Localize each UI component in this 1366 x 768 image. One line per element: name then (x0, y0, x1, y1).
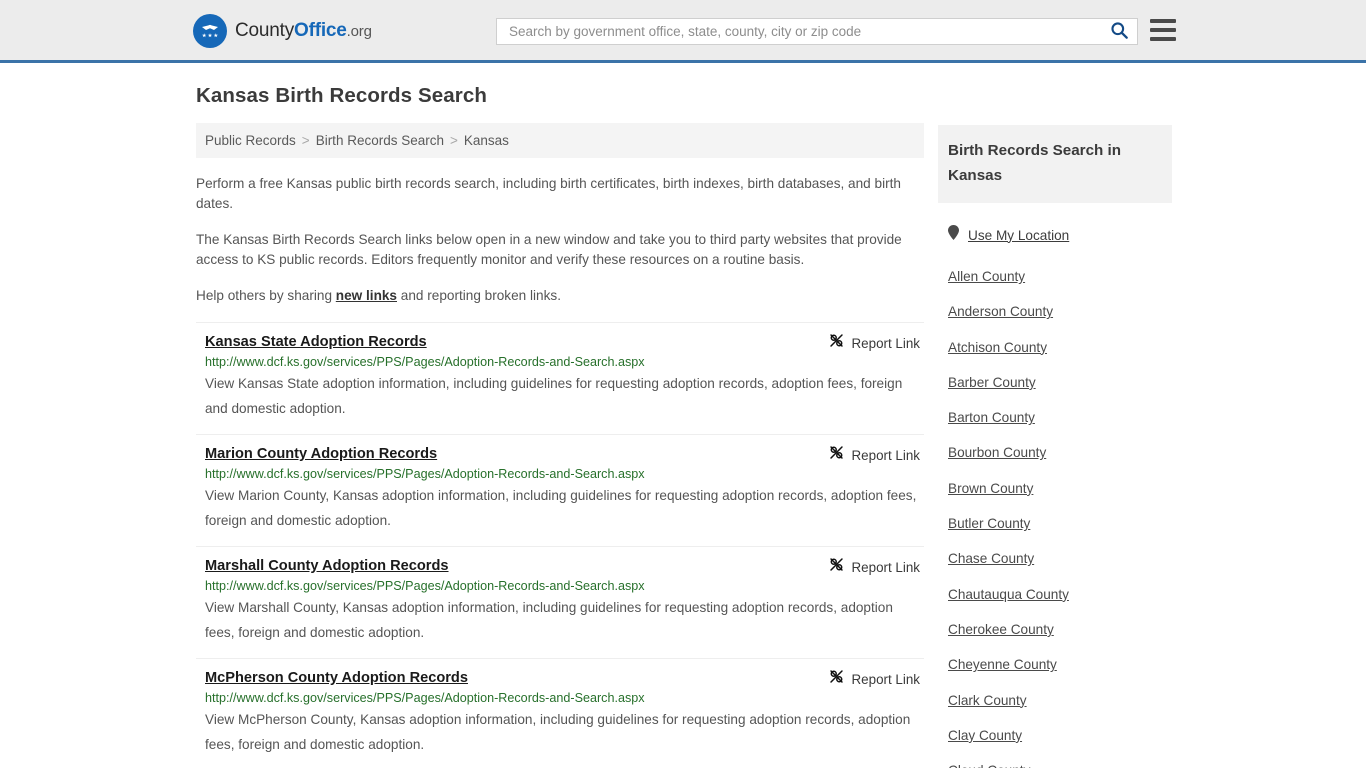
county-link[interactable]: Anderson County (948, 304, 1172, 319)
location-pin-icon (948, 225, 959, 245)
hamburger-menu-icon[interactable] (1150, 19, 1176, 41)
report-link-button[interactable]: Report Link (828, 332, 920, 354)
search-button[interactable] (1106, 21, 1133, 43)
report-link-label: Report Link (851, 671, 920, 687)
use-my-location-label: Use My Location (968, 227, 1070, 243)
report-link-button[interactable]: Report Link (828, 444, 920, 466)
result-item: McPherson County Adoption Records http://… (196, 658, 924, 768)
result-title-link[interactable]: McPherson County Adoption Records (205, 670, 468, 686)
site-header: CountyOffice.org (0, 0, 1366, 63)
sidebar: Birth Records Search in Kansas Use My Lo… (938, 125, 1172, 768)
county-link[interactable]: Butler County (948, 516, 1172, 531)
breadcrumb: Public Records > Birth Records Search > … (196, 123, 924, 158)
logo-part-org: .org (346, 23, 372, 40)
result-title-link[interactable]: Marshall County Adoption Records (205, 558, 449, 574)
share-text-before: Help others by sharing (196, 288, 336, 303)
county-link[interactable]: Cheyenne County (948, 657, 1172, 672)
report-link-label: Report Link (851, 335, 920, 351)
new-links-link[interactable]: new links (336, 288, 397, 303)
broken-link-icon (828, 556, 845, 578)
county-link[interactable]: Clay County (948, 728, 1172, 743)
broken-link-icon (828, 668, 845, 690)
eagle-shield-logo-icon (193, 14, 227, 48)
intro-paragraph-2: The Kansas Birth Records Search links be… (196, 232, 902, 267)
search-icon (1110, 21, 1129, 43)
result-title-link[interactable]: Marion County Adoption Records (205, 446, 437, 462)
result-description: View Marion County, Kansas adoption info… (205, 488, 917, 528)
result-item: Marion County Adoption Records http://www… (196, 434, 924, 546)
page-title: Kansas Birth Records Search (196, 84, 487, 107)
share-text-after: and reporting broken links. (397, 288, 561, 303)
breadcrumb-separator: > (450, 133, 458, 148)
county-link[interactable]: Clark County (948, 693, 1172, 708)
search-input[interactable] (507, 23, 1106, 40)
county-link[interactable]: Brown County (948, 481, 1172, 496)
breadcrumb-item-birth-records-search[interactable]: Birth Records Search (316, 133, 444, 148)
search-bar[interactable] (496, 18, 1138, 45)
breadcrumb-item-kansas[interactable]: Kansas (464, 133, 509, 148)
sidebar-heading: Birth Records Search in Kansas (948, 142, 1122, 184)
intro-paragraph-3: Help others by sharing new links and rep… (196, 286, 924, 306)
report-link-button[interactable]: Report Link (828, 556, 920, 578)
county-link[interactable]: Cloud County (948, 763, 1172, 768)
sidebar-heading-box: Birth Records Search in Kansas (938, 125, 1172, 203)
broken-link-icon (828, 444, 845, 466)
result-description: View McPherson County, Kansas adoption i… (205, 712, 911, 752)
site-logo[interactable]: CountyOffice.org (193, 14, 372, 48)
logo-part-county: County (235, 20, 295, 41)
result-item: Kansas State Adoption Records http://www.… (196, 322, 924, 434)
result-url: http://www.dcf.ks.gov/services/PPS/Pages… (205, 467, 645, 481)
county-link[interactable]: Bourbon County (948, 445, 1172, 460)
results-list: Kansas State Adoption Records http://www.… (196, 322, 924, 768)
breadcrumb-item-public-records[interactable]: Public Records (205, 133, 296, 148)
broken-link-icon (828, 332, 845, 354)
county-link[interactable]: Cherokee County (948, 622, 1172, 637)
logo-part-office: Office (294, 20, 347, 41)
result-url: http://www.dcf.ks.gov/services/PPS/Pages… (205, 579, 645, 593)
county-link[interactable]: Atchison County (948, 340, 1172, 355)
county-link[interactable]: Barber County (948, 375, 1172, 390)
report-link-label: Report Link (851, 447, 920, 463)
result-url: http://www.dcf.ks.gov/services/PPS/Pages… (205, 691, 645, 705)
report-link-label: Report Link (851, 559, 920, 575)
report-link-button[interactable]: Report Link (828, 668, 920, 690)
intro-paragraph-1: Perform a free Kansas public birth recor… (196, 176, 901, 211)
result-description: View Marshall County, Kansas adoption in… (205, 600, 893, 640)
county-link[interactable]: Barton County (948, 410, 1172, 425)
main-content: Kansas Birth Records Search Public Recor… (196, 84, 924, 768)
county-link[interactable]: Allen County (948, 269, 1172, 284)
use-my-location-button[interactable]: Use My Location (938, 225, 1172, 245)
result-url: http://www.dcf.ks.gov/services/PPS/Pages… (205, 355, 645, 369)
breadcrumb-separator: > (301, 133, 310, 148)
county-links-list: Allen County Anderson County Atchison Coun… (938, 269, 1172, 768)
result-description: View Kansas State adoption information, … (205, 376, 903, 416)
county-link[interactable]: Chautauqua County (948, 587, 1172, 602)
result-item: Marshall County Adoption Records http://w… (196, 546, 924, 658)
site-logo-text: CountyOffice.org (235, 20, 372, 42)
result-title-link[interactable]: Kansas State Adoption Records (205, 334, 427, 350)
county-link[interactable]: Chase County (948, 551, 1172, 566)
